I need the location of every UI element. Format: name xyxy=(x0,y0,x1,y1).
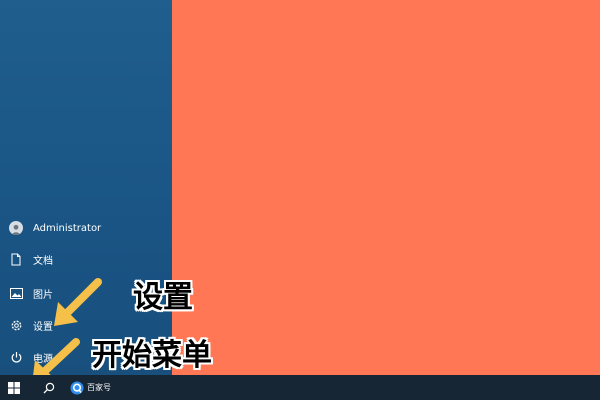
start-menu-item-documents[interactable]: 文档 xyxy=(0,243,172,275)
taskbar-search-button[interactable] xyxy=(38,375,60,400)
document-icon xyxy=(9,252,23,266)
gear-icon xyxy=(9,318,23,332)
pictures-label: 图片 xyxy=(33,289,53,301)
baijiahao-icon xyxy=(70,381,84,394)
picture-icon xyxy=(9,286,23,300)
baijiahao-label: 百家号 xyxy=(87,383,111,392)
start-button[interactable] xyxy=(0,375,28,400)
settings-label: 设置 xyxy=(33,321,53,333)
user-avatar-icon xyxy=(9,221,23,235)
taskbar-baijiahao-app[interactable]: 百家号 xyxy=(70,377,111,398)
start-menu-user-account[interactable]: Administrator xyxy=(0,212,172,244)
documents-label: 文档 xyxy=(33,255,53,267)
settings-pointer-arrow-icon xyxy=(54,278,102,326)
user-name-label: Administrator xyxy=(33,222,102,234)
windows-logo-icon xyxy=(8,381,20,394)
taskbar: 百家号 xyxy=(0,375,600,400)
search-icon xyxy=(43,382,55,393)
power-icon xyxy=(9,350,23,364)
desktop-background xyxy=(172,0,600,375)
start-menu-annotation: 开始菜单 xyxy=(92,338,212,373)
settings-annotation: 设置 xyxy=(133,280,193,315)
